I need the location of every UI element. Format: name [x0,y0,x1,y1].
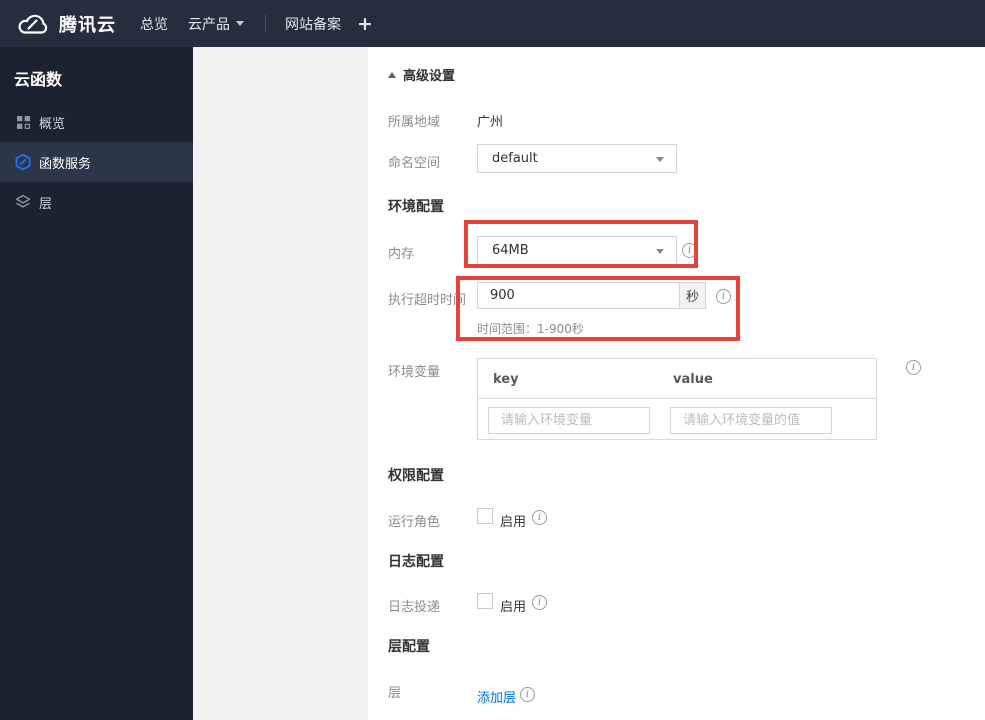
run-role-enable-label: 启用 [500,515,527,530]
region-value: 广州 [477,115,504,130]
envvar-value-input[interactable] [670,407,832,434]
section-title-log: 日志配置 [388,554,444,570]
log-delivery-info-icon[interactable]: i [532,595,547,610]
grid-icon [14,113,32,131]
sidebar-item-label: 函数服务 [39,156,92,172]
function-config-form: 高级设置 所属地域 广州 命名空间 default 环境配置 内存 64MB i… [368,47,985,720]
sidebar-item-label: 层 [39,196,53,212]
timeout-input-group: 秒 [477,282,706,309]
topnav-overview[interactable]: 总览 [140,0,168,47]
tencent-cloud-logo[interactable]: 腾讯云 [16,0,116,47]
memory-label: 内存 [388,247,415,262]
envvars-table-header: key value [478,359,876,399]
envvars-label: 环境变量 [388,365,441,380]
timeout-unit-suffix: 秒 [680,282,706,309]
run-role-label: 运行角色 [388,515,441,530]
region-label: 所属地域 [388,115,441,130]
envvars-table: key value [477,358,877,440]
namespace-select[interactable]: default [477,144,677,173]
log-delivery-label: 日志投递 [388,600,441,615]
timeout-input[interactable] [477,282,680,309]
brand-name: 腾讯云 [59,14,116,36]
cloud-logo-icon [16,11,50,37]
topnav-cloud-products-label: 云产品 [188,16,230,33]
topnav-icp-filing[interactable]: 网站备案 [285,0,341,47]
log-delivery-enable-label: 启用 [500,600,527,615]
layers-icon [14,193,32,211]
sidebar-item-layers[interactable]: 层 [0,182,193,222]
secondary-panel [193,47,368,720]
info-glyph: i [687,245,692,256]
envvars-value-header: value [673,372,713,387]
collapse-arrow-icon [388,71,396,78]
chevron-down-icon [236,21,244,26]
info-glyph: i [721,291,726,302]
run-role-checkbox[interactable] [477,508,493,524]
envvars-key-header: key [493,372,519,387]
run-role-info-icon[interactable]: i [532,510,547,525]
sidebar-item-function-service[interactable]: 函数服务 [0,142,193,182]
timeout-range-hint: 时间范围：1-900秒 [477,322,584,336]
topbar: 腾讯云 总览 云产品 网站备案 + [0,0,985,47]
advanced-settings-toggle[interactable]: 高级设置 [388,65,455,84]
layer-info-icon[interactable]: i [520,687,535,702]
layer-label: 层 [388,686,402,701]
section-title-permission: 权限配置 [388,468,444,484]
log-delivery-checkbox[interactable] [477,593,493,609]
topnav-cloud-products[interactable]: 云产品 [188,0,244,47]
timeout-info-icon[interactable]: i [716,289,731,304]
chevron-down-icon [656,249,664,254]
namespace-selected-value: default [492,151,538,166]
info-glyph: i [537,512,542,523]
sidebar-item-label: 概览 [39,116,66,132]
namespace-label: 命名空间 [388,156,441,171]
envvars-info-icon[interactable]: i [906,360,921,375]
info-glyph: i [537,597,542,608]
chevron-down-icon [656,157,664,162]
sidebar-product-title: 云函数 [14,70,63,89]
memory-select[interactable]: 64MB [477,236,677,265]
info-glyph: i [525,689,530,700]
add-layer-link[interactable]: 添加层 [477,687,516,706]
topnav-add-button[interactable]: + [357,0,373,47]
envvar-key-input[interactable] [488,407,650,434]
memory-info-icon[interactable]: i [682,243,697,258]
sidebar: 云函数 概览 函数服务 层 [0,47,193,720]
memory-selected-value: 64MB [492,243,529,258]
advanced-settings-label: 高级设置 [403,69,456,84]
section-title-environment: 环境配置 [388,199,444,215]
info-glyph: i [911,362,916,373]
scf-hexagon-icon [14,153,32,171]
topbar-divider [265,14,266,33]
section-title-layer: 层配置 [388,639,430,655]
sidebar-item-overview[interactable]: 概览 [0,102,193,142]
timeout-label: 执行超时时间 [388,293,467,308]
